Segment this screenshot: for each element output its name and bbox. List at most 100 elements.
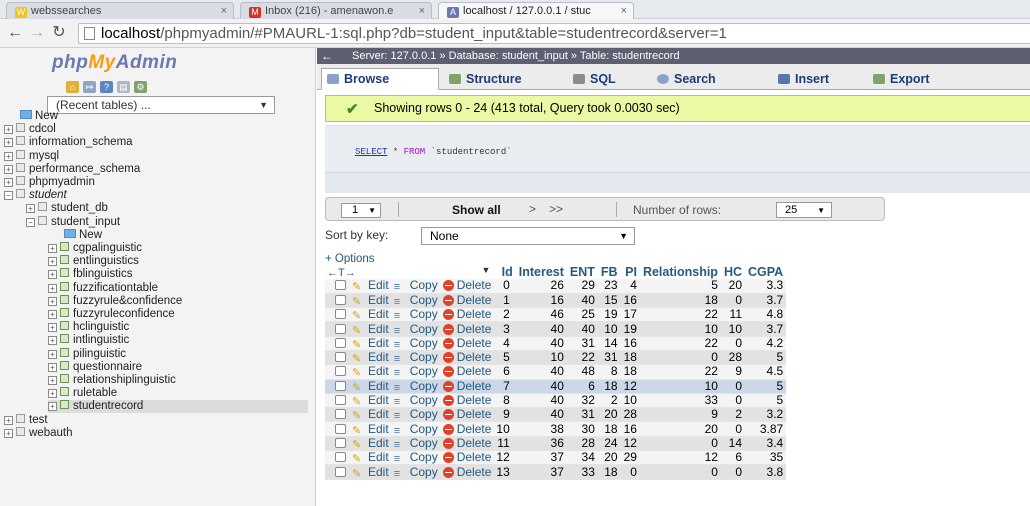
cell-hc[interactable]: 11 xyxy=(720,307,746,323)
cell-ent[interactable]: 22 xyxy=(566,350,598,366)
copy-link[interactable]: Copy xyxy=(410,393,438,407)
cell-ent[interactable]: 6 xyxy=(566,379,598,394)
tree-item[interactable]: + relationshiplinguistic xyxy=(48,374,308,387)
edit-action[interactable]: ✎ Edit xyxy=(349,379,391,394)
tree-item[interactable]: + fuzzificationtable xyxy=(48,281,308,295)
cell-fb[interactable]: 19 xyxy=(597,307,621,323)
cell-id[interactable]: 12 xyxy=(493,450,516,466)
cell-ent[interactable]: 30 xyxy=(566,421,598,437)
row-checkbox[interactable] xyxy=(335,395,346,406)
delete-action[interactable]: Delete xyxy=(439,464,494,480)
cell-pi[interactable]: 18 xyxy=(620,350,640,366)
copy-action[interactable]: ≡ Copy xyxy=(390,379,440,394)
tree-item[interactable]: + mysql xyxy=(4,149,308,163)
expand-icon[interactable]: + xyxy=(48,376,57,385)
edit-link[interactable]: Edit xyxy=(368,465,389,479)
cell-hc[interactable]: 28 xyxy=(720,350,746,366)
edit-link[interactable]: Edit xyxy=(368,307,389,321)
row-checkbox[interactable] xyxy=(335,409,346,420)
cell-hc[interactable]: 0 xyxy=(720,293,746,309)
delete-action[interactable]: Delete xyxy=(439,393,494,409)
cell-ent[interactable]: 48 xyxy=(566,364,598,380)
cell-hc[interactable]: 9 xyxy=(720,364,746,380)
copy-action[interactable]: ≡ Copy xyxy=(390,336,440,351)
cell-pi[interactable]: 16 xyxy=(620,293,640,309)
cell-cgpa[interactable]: 35 xyxy=(745,450,787,466)
tree-item[interactable]: + studentrecord xyxy=(48,400,308,414)
cell-fb[interactable]: 31 xyxy=(597,350,621,366)
cell-cgpa[interactable]: 3.3 xyxy=(745,279,787,294)
column-header-fb[interactable]: FB xyxy=(597,264,621,279)
cell-id[interactable]: 7 xyxy=(493,379,516,394)
cell-hc[interactable]: 2 xyxy=(720,407,746,423)
cell-relationship[interactable]: 33 xyxy=(639,393,721,409)
edit-action[interactable]: ✎ Edit xyxy=(349,307,391,323)
cell-interest[interactable]: 37 xyxy=(515,464,567,480)
cell-fb[interactable]: 15 xyxy=(597,293,621,309)
cell-ent[interactable]: 29 xyxy=(566,279,598,294)
tree-item[interactable]: + intlinguistic xyxy=(48,334,308,347)
cell-relationship[interactable]: 22 xyxy=(639,307,721,323)
tree-item[interactable]: New xyxy=(64,228,324,242)
delete-link[interactable]: Delete xyxy=(457,465,492,479)
row-checkbox[interactable] xyxy=(335,380,346,391)
table-row[interactable]: ✎ Edit ≡ Copy Delete 3 40 40 10 19 10 10 3.7 xyxy=(325,321,787,337)
edit-link[interactable]: Edit xyxy=(368,293,389,307)
edit-link[interactable]: Edit xyxy=(368,350,389,364)
cell-interest[interactable]: 40 xyxy=(515,336,567,351)
docs-icon[interactable]: ▤ xyxy=(117,81,130,93)
edit-action[interactable]: ✎ Edit xyxy=(349,293,391,309)
cell-cgpa[interactable]: 3.8 xyxy=(745,464,787,480)
cell-id[interactable]: 2 xyxy=(493,307,516,323)
delete-link[interactable]: Delete xyxy=(457,336,492,350)
delete-link[interactable]: Delete xyxy=(457,393,492,407)
copy-link[interactable]: Copy xyxy=(410,407,438,421)
table-row[interactable]: ✎ Edit ≡ Copy Delete 12 37 34 20 29 12 6 35 xyxy=(325,450,787,466)
cell-fb[interactable]: 24 xyxy=(597,436,621,452)
cell-cgpa[interactable]: 4.8 xyxy=(745,307,787,323)
delete-link[interactable]: Delete xyxy=(457,364,492,378)
table-row[interactable]: ✎ Edit ≡ Copy Delete 13 37 33 18 0 0 0 3.8 xyxy=(325,464,787,480)
column-header-interest[interactable]: Interest xyxy=(515,264,567,279)
cell-cgpa[interactable]: 3.7 xyxy=(745,321,787,337)
copy-link[interactable]: Copy xyxy=(410,465,438,479)
tab-export[interactable]: Export xyxy=(867,68,957,90)
copy-action[interactable]: ≡ Copy xyxy=(390,407,440,423)
last-page-button[interactable]: >> xyxy=(549,202,563,216)
cell-cgpa[interactable]: 3.4 xyxy=(745,436,787,452)
cell-fb[interactable]: 18 xyxy=(597,379,621,394)
close-tab-icon[interactable]: × xyxy=(621,3,627,19)
expand-icon[interactable]: + xyxy=(4,415,13,425)
expand-icon[interactable]: + xyxy=(48,362,57,372)
cell-fb[interactable]: 14 xyxy=(597,336,621,351)
copy-action[interactable]: ≡ Copy xyxy=(390,393,440,409)
table-row[interactable]: ✎ Edit ≡ Copy Delete 7 40 6 18 12 10 0 5 xyxy=(325,379,787,394)
cell-id[interactable]: 1 xyxy=(493,293,516,309)
show-all-button[interactable]: Show all xyxy=(452,203,501,217)
delete-action[interactable]: Delete xyxy=(439,407,494,423)
table-row[interactable]: ✎ Edit ≡ Copy Delete 0 26 29 23 4 5 20 3.3 xyxy=(325,278,787,294)
cell-relationship[interactable]: 10 xyxy=(639,379,721,394)
copy-action[interactable]: ≡ Copy xyxy=(390,293,440,309)
tree-item[interactable]: + phpmyadmin xyxy=(4,176,308,189)
tree-item[interactable]: + fuzzyrule&confidence xyxy=(48,294,308,308)
tree-item[interactable]: + cgpalinguistic xyxy=(48,242,308,255)
column-header-ent[interactable]: ENT xyxy=(566,264,598,279)
edit-link[interactable]: Edit xyxy=(368,450,389,464)
cell-cgpa[interactable]: 4.5 xyxy=(745,364,787,380)
edit-link[interactable]: Edit xyxy=(368,407,389,421)
cell-pi[interactable]: 18 xyxy=(620,364,640,380)
cell-cgpa[interactable]: 4.2 xyxy=(745,336,787,351)
delete-action[interactable]: Delete xyxy=(439,293,494,309)
tree-item[interactable]: + pilinguistic xyxy=(48,347,308,361)
tree-item[interactable]: + entlinguistics xyxy=(48,255,308,268)
row-checkbox[interactable] xyxy=(335,309,346,320)
row-checkbox[interactable] xyxy=(335,352,346,363)
cell-ent[interactable]: 40 xyxy=(566,293,598,309)
cell-pi[interactable]: 12 xyxy=(620,436,640,452)
copy-link[interactable]: Copy xyxy=(410,278,438,292)
expand-icon[interactable]: + xyxy=(4,151,13,161)
edit-link[interactable]: Edit xyxy=(368,364,389,378)
expand-icon[interactable]: + xyxy=(48,244,57,253)
cell-relationship[interactable]: 22 xyxy=(639,364,721,380)
